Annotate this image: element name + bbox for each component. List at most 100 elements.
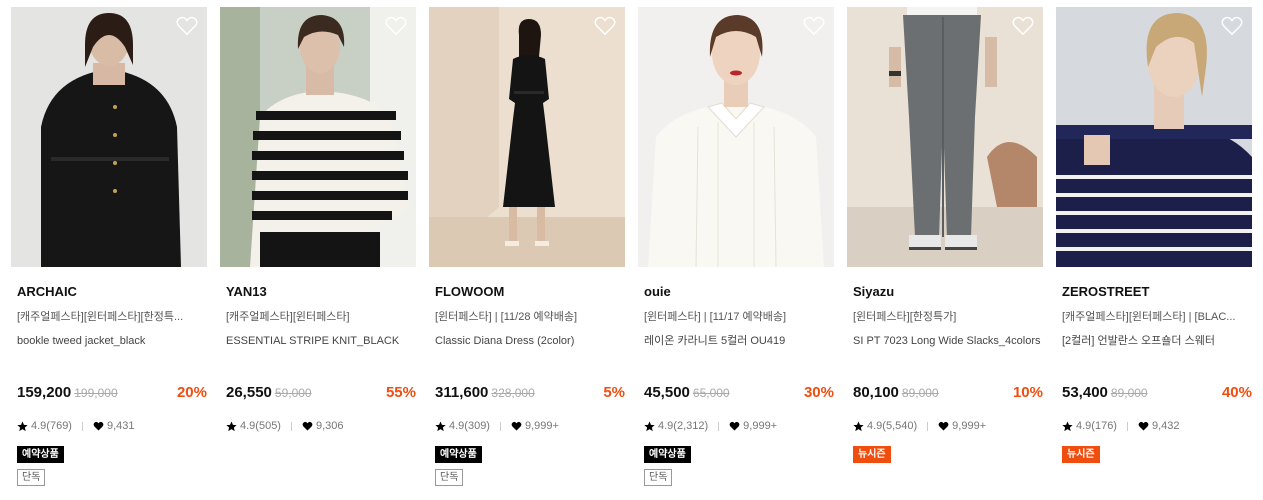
- product-meta: 4.9(309) 9,999+: [435, 420, 559, 432]
- product-photo-black-tweed-jacket[interactable]: [11, 7, 207, 267]
- product-card[interactable]: FLOWOOM [윈터페스타] | [11/28 예약배송] Classic D…: [429, 7, 625, 486]
- product-card[interactable]: ouie [윈터페스타] | [11/17 예약배송] 레이온 카라니트 5컬러…: [638, 7, 834, 486]
- heart-outline-icon[interactable]: [176, 16, 198, 36]
- like-count: 9,999+: [743, 420, 778, 432]
- like-count: 9,999+: [524, 420, 559, 432]
- original-price: 199,000: [74, 386, 118, 400]
- product-grid: ARCHAIC [캐주얼페스타][윈터페스타][한정특... bookle tw…: [0, 0, 1263, 500]
- product-image[interactable]: [847, 7, 1043, 267]
- heart-filled-icon: [729, 421, 740, 431]
- rating: 4.9(309): [449, 420, 490, 432]
- product-meta: 4.9(5,540) 9,999+: [853, 420, 986, 432]
- star-icon: [17, 420, 28, 431]
- heart-outline-icon[interactable]: [1221, 16, 1243, 36]
- product-tags: [윈터페스타][한정특가]: [853, 311, 957, 323]
- sale-price: 311,600: [435, 384, 489, 401]
- price-row: 80,100 89,000 10%: [853, 384, 1043, 404]
- star-icon: [644, 420, 655, 431]
- original-price: 65,000: [692, 386, 730, 400]
- product-image[interactable]: [220, 7, 416, 267]
- rating: 4.9(2,312): [658, 420, 709, 432]
- sale-price: 53,400: [1062, 384, 1108, 401]
- original-price: 328,000: [491, 386, 535, 400]
- sale-price: 159,200: [17, 384, 72, 401]
- like-count: 9,306: [315, 420, 344, 432]
- product-tags: [캐주얼페스타][윈터페스타]: [226, 311, 350, 323]
- original-price: 89,000: [1110, 386, 1148, 400]
- brand-name[interactable]: ZEROSTREET: [1062, 284, 1149, 299]
- product-name[interactable]: 레이온 카라니트 5컬러 OU419: [644, 333, 832, 349]
- original-price: 89,000: [901, 386, 939, 400]
- like-count: 9,999+: [952, 420, 987, 432]
- brand-name[interactable]: YAN13: [226, 284, 267, 299]
- product-tags: [캐주얼페스타][윈터페스타] | [BLAC...: [1062, 311, 1236, 323]
- product-image[interactable]: [429, 7, 625, 267]
- divider: [718, 421, 720, 431]
- discount-rate: 10%: [1012, 384, 1043, 401]
- product-meta: 4.9(176) 9,432: [1062, 420, 1180, 432]
- heart-outline-icon[interactable]: [803, 16, 825, 36]
- product-meta: 4.9(2,312) 9,999+: [644, 420, 777, 432]
- rating: 4.9(176): [1076, 420, 1117, 432]
- product-photo-offshoulder-sweater[interactable]: [1056, 7, 1252, 267]
- new-season-badge: 뉴시즌: [853, 446, 891, 463]
- product-image[interactable]: [638, 7, 834, 267]
- product-card[interactable]: YAN13 [캐주얼페스타][윈터페스타] ESSENTIAL STRIPE K…: [220, 7, 416, 432]
- sale-price: 45,500: [644, 384, 690, 401]
- reservation-badge: 예약상품: [644, 446, 691, 463]
- product-name[interactable]: bookle tweed jacket_black: [17, 333, 205, 349]
- rating: 4.9(769): [31, 420, 72, 432]
- product-name[interactable]: [2컬러] 언발란스 오프숄더 스웨터: [1062, 333, 1250, 349]
- price-row: 311,600 328,000 5%: [435, 384, 625, 404]
- product-name[interactable]: SI PT 7023 Long Wide Slacks_4colors: [853, 333, 1041, 349]
- heart-filled-icon: [302, 421, 313, 431]
- brand-name[interactable]: FLOWOOM: [435, 284, 504, 299]
- product-card[interactable]: ARCHAIC [캐주얼페스타][윈터페스타][한정특... bookle tw…: [11, 7, 207, 486]
- product-meta: 4.9(769) 9,431: [17, 420, 135, 432]
- product-image[interactable]: [11, 7, 207, 267]
- divider: [81, 421, 83, 431]
- divider: [927, 421, 929, 431]
- product-image[interactable]: [1056, 7, 1252, 267]
- reservation-badge: 예약상품: [17, 446, 64, 463]
- heart-outline-icon[interactable]: [1012, 16, 1034, 36]
- divider: [499, 421, 501, 431]
- product-name[interactable]: ESSENTIAL STRIPE KNIT_BLACK: [226, 333, 414, 349]
- heart-outline-icon[interactable]: [594, 16, 616, 36]
- heart-filled-icon: [511, 421, 522, 431]
- reservation-badge: 예약상품: [435, 446, 482, 463]
- star-icon: [853, 420, 864, 431]
- product-tags: [윈터페스타] | [11/17 예약배송]: [644, 311, 787, 323]
- exclusive-badge: 단독: [644, 469, 673, 486]
- like-count: 9,432: [1151, 420, 1180, 432]
- discount-rate: 20%: [176, 384, 207, 401]
- brand-name[interactable]: Siyazu: [853, 284, 894, 299]
- product-card[interactable]: Siyazu [윈터페스타][한정특가] SI PT 7023 Long Wid…: [847, 7, 1043, 463]
- product-name[interactable]: Classic Diana Dress (2color): [435, 333, 623, 349]
- discount-rate: 55%: [385, 384, 416, 401]
- product-card[interactable]: ZEROSTREET [캐주얼페스타][윈터페스타] | [BLAC... [2…: [1056, 7, 1252, 463]
- divider: [290, 421, 292, 431]
- heart-filled-icon: [1138, 421, 1149, 431]
- product-photo-collar-knit[interactable]: [638, 7, 834, 267]
- discount-rate: 5%: [603, 384, 625, 401]
- product-photo-diana-dress[interactable]: [429, 7, 625, 267]
- rating: 4.9(505): [240, 420, 281, 432]
- star-icon: [1062, 420, 1073, 431]
- product-meta: 4.9(505) 9,306: [226, 420, 344, 432]
- sale-price: 80,100: [853, 384, 899, 401]
- heart-outline-icon[interactable]: [385, 16, 407, 36]
- product-photo-stripe-knit[interactable]: [220, 7, 416, 267]
- brand-name[interactable]: ouie: [644, 284, 671, 299]
- product-tags: [캐주얼페스타][윈터페스타][한정특...: [17, 311, 184, 323]
- price-row: 159,200 199,000 20%: [17, 384, 207, 404]
- price-row: 26,550 59,000 55%: [226, 384, 416, 404]
- discount-rate: 30%: [803, 384, 834, 401]
- product-photo-wide-slacks[interactable]: [847, 7, 1043, 267]
- brand-name[interactable]: ARCHAIC: [17, 284, 77, 299]
- original-price: 59,000: [274, 386, 312, 400]
- exclusive-badge: 단독: [435, 469, 464, 486]
- star-icon: [226, 420, 237, 431]
- discount-rate: 40%: [1221, 384, 1252, 401]
- heart-filled-icon: [93, 421, 104, 431]
